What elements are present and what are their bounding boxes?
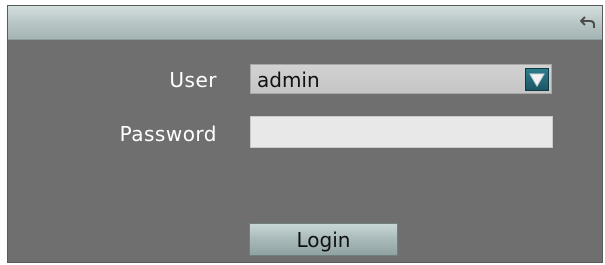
user-select-value: admin (257, 68, 320, 92)
back-arrow-icon (580, 16, 595, 28)
user-label: User (169, 68, 217, 92)
login-button[interactable]: Login (249, 223, 398, 256)
title-bar (8, 6, 602, 40)
login-dialog: User admin Password Login (7, 5, 603, 263)
back-button[interactable] (578, 12, 598, 32)
dropdown-arrow-icon[interactable] (525, 68, 549, 91)
password-label: Password (119, 122, 217, 146)
password-field[interactable] (250, 116, 553, 148)
user-select[interactable]: admin (250, 64, 552, 94)
